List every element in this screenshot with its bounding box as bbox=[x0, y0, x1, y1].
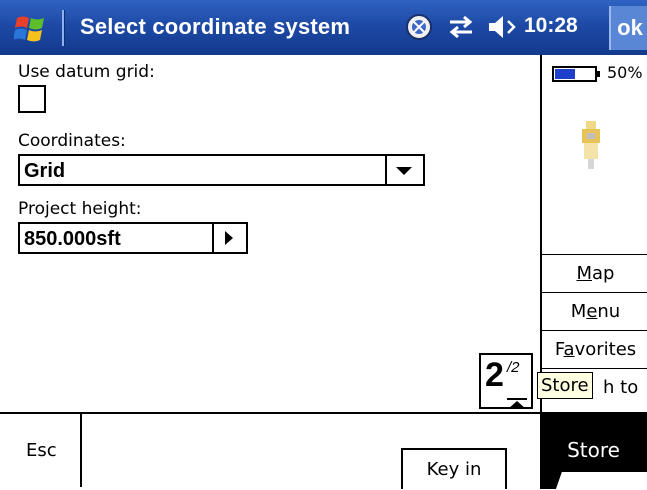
key-in-button[interactable]: Key in bbox=[401, 448, 507, 489]
coordinates-dropdown[interactable]: Grid bbox=[18, 154, 425, 186]
switch-to-partial-label: h to bbox=[603, 377, 639, 398]
windows-start-icon[interactable] bbox=[13, 12, 48, 46]
page-total: /2 bbox=[507, 359, 520, 376]
page-current: 2 bbox=[485, 356, 504, 394]
store-tooltip: Store bbox=[537, 372, 593, 399]
total-station-icon bbox=[576, 119, 606, 177]
coordinates-value: Grid bbox=[24, 160, 66, 182]
page-indicator[interactable]: 2 /2 bbox=[479, 353, 533, 409]
menu-button[interactable]: Menu bbox=[542, 292, 647, 330]
side-panel: 50% Map Menu Favorites bbox=[540, 55, 647, 412]
datum-grid-checkbox[interactable] bbox=[18, 85, 46, 113]
bottom-bar: Esc Key in Store bbox=[0, 412, 647, 489]
title-divider bbox=[62, 10, 65, 46]
coordinates-label: Coordinates: bbox=[18, 131, 126, 151]
menu-button-label: Menu bbox=[570, 301, 621, 322]
chevron-right-icon[interactable] bbox=[212, 224, 246, 252]
connectivity-icon[interactable] bbox=[446, 12, 476, 42]
ok-button[interactable]: ok bbox=[609, 6, 647, 50]
datum-grid-label: Use datum grid: bbox=[18, 62, 155, 82]
chevron-down-icon[interactable] bbox=[385, 156, 423, 184]
volume-icon[interactable] bbox=[486, 12, 520, 42]
project-height-field[interactable]: 850.000sft bbox=[18, 222, 248, 254]
favorites-button[interactable]: Favorites bbox=[542, 330, 647, 368]
window-title: Select coordinate system bbox=[80, 14, 351, 39]
title-bar: Select coordinate system 10:28 ok bbox=[0, 0, 647, 55]
project-height-label: Project height: bbox=[18, 199, 142, 219]
map-button[interactable]: Map bbox=[542, 254, 647, 292]
favorites-button-label: Favorites bbox=[554, 339, 637, 360]
esc-button[interactable]: Esc bbox=[0, 414, 82, 487]
esc-label: Esc bbox=[26, 440, 57, 461]
battery-icon bbox=[552, 65, 602, 87]
satellite-icon[interactable] bbox=[404, 12, 434, 42]
store-tab-shape bbox=[555, 472, 647, 489]
map-button-label: Map bbox=[576, 263, 615, 284]
project-height-value: 850.000sft bbox=[24, 228, 121, 250]
clock[interactable]: 10:28 bbox=[524, 14, 578, 38]
battery-percent: 50% bbox=[607, 63, 643, 82]
